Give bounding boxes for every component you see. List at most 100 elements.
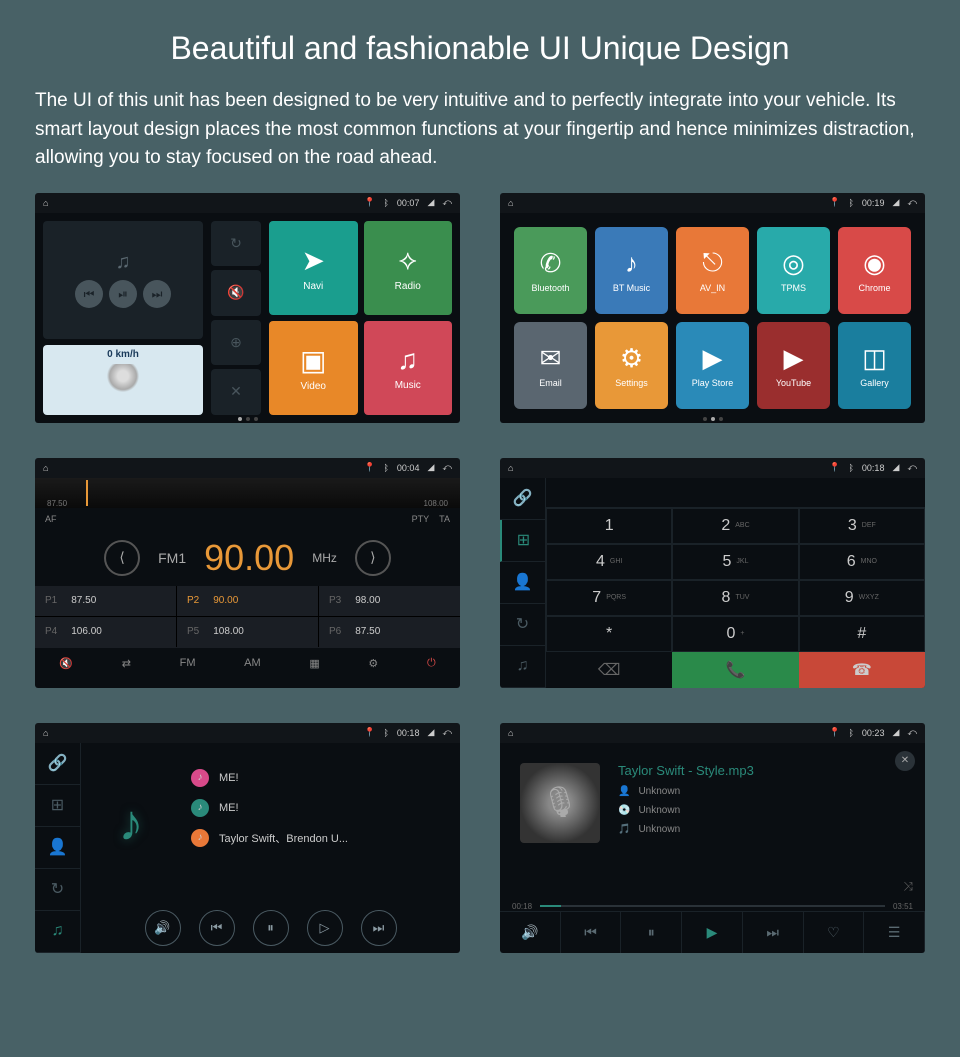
key-9[interactable]: 9WXYZ xyxy=(799,580,925,616)
preset-p6[interactable]: P687.50 xyxy=(319,617,460,647)
track-item[interactable]: ♪ME! xyxy=(191,799,450,817)
close-button[interactable]: ✕ xyxy=(211,369,261,415)
pause-button[interactable]: ⏸ xyxy=(621,912,682,953)
email-app[interactable]: ✉Email xyxy=(514,322,587,409)
key-6[interactable]: 6MNO xyxy=(799,544,925,580)
play-button[interactable]: ▶ xyxy=(682,912,743,953)
am-button[interactable]: AM xyxy=(244,657,261,669)
hangup-button[interactable]: ☎ xyxy=(799,652,925,688)
link-tab[interactable]: 🔗 xyxy=(500,478,545,520)
music-tab[interactable]: ♫ xyxy=(500,646,545,688)
home-icon[interactable]: ⌂ xyxy=(43,728,48,738)
bluetooth-app[interactable]: ✆Bluetooth xyxy=(514,227,587,315)
list-button[interactable]: ▦ xyxy=(309,657,319,670)
chrome-app[interactable]: ◉Chrome xyxy=(838,227,911,315)
settings-app[interactable]: ⚙Settings xyxy=(595,322,668,409)
navi-app[interactable]: ➤Navi xyxy=(269,221,358,315)
key-4[interactable]: 4GHI xyxy=(546,544,672,580)
frequency-dial[interactable]: 87.50 108.00 xyxy=(35,478,460,508)
volume-button[interactable]: 🔊 xyxy=(500,912,561,953)
af-toggle[interactable]: AF xyxy=(45,514,57,524)
back-icon[interactable]: ⤺ xyxy=(907,197,917,208)
preset-p5[interactable]: P5108.00 xyxy=(177,617,318,647)
shuffle-icon[interactable]: ⤨ xyxy=(903,879,913,894)
pause-button[interactable]: ⏸ xyxy=(253,910,289,946)
avin-app[interactable]: ⎋AV_IN xyxy=(676,227,749,315)
volume-button[interactable]: 🔊 xyxy=(145,910,181,946)
track-text: ME! xyxy=(219,802,239,814)
contacts-tab[interactable]: 👤 xyxy=(35,827,80,869)
play-pause-button[interactable]: ⏯ xyxy=(109,280,137,308)
close-button[interactable]: ✕ xyxy=(895,751,915,771)
preset-p3[interactable]: P398.00 xyxy=(319,586,460,616)
btmusic-app[interactable]: ♪BT Music xyxy=(595,227,668,315)
key-5[interactable]: 5JKL xyxy=(672,544,798,580)
seek-down-button[interactable]: ⟨ xyxy=(104,540,140,576)
key-1[interactable]: 1 xyxy=(546,508,672,544)
key-*[interactable]: * xyxy=(546,616,672,652)
mute-button[interactable]: 🔇 xyxy=(59,657,73,670)
fm-button[interactable]: FM xyxy=(180,657,196,669)
prev-button[interactable]: ⏮ xyxy=(561,912,622,953)
key-7[interactable]: 7PQRS xyxy=(546,580,672,616)
speed-widget[interactable]: 0 km/h xyxy=(43,345,203,415)
brightness-button[interactable]: ⊕ xyxy=(211,320,261,366)
music-app[interactable]: ♫Music xyxy=(364,321,453,415)
radio-app[interactable]: ⟡Radio xyxy=(364,221,453,315)
key-3[interactable]: 3DEF xyxy=(799,508,925,544)
call-button[interactable]: 📞 xyxy=(672,652,798,688)
power-button[interactable]: ⏻ xyxy=(427,657,436,670)
playlist-button[interactable]: ☰ xyxy=(864,912,925,953)
play-button[interactable]: ▷ xyxy=(307,910,343,946)
prev-button[interactable]: ⏮ xyxy=(199,910,235,946)
track-item[interactable]: ♪ME! xyxy=(191,769,450,787)
scan-button[interactable]: ⇄ xyxy=(122,657,131,670)
dialpad-tab[interactable]: ⊞ xyxy=(35,785,80,827)
home-icon[interactable]: ⌂ xyxy=(508,728,513,738)
back-icon[interactable]: ⤺ xyxy=(442,727,452,738)
preset-p1[interactable]: P187.50 xyxy=(35,586,176,616)
key-#[interactable]: # xyxy=(799,616,925,652)
eq-button[interactable]: ⚙ xyxy=(368,657,378,670)
link-tab[interactable]: 🔗 xyxy=(35,743,80,785)
back-icon[interactable]: ⤺ xyxy=(907,727,917,738)
progress-bar[interactable] xyxy=(540,905,885,907)
mute-button[interactable]: 🔇 xyxy=(211,270,261,316)
dialpad-tab[interactable]: ⊞ xyxy=(500,520,545,562)
prev-button[interactable]: ⏮ xyxy=(75,280,103,308)
preset-p2[interactable]: P290.00 xyxy=(177,586,318,616)
favorite-button[interactable]: ♡ xyxy=(804,912,865,953)
next-button[interactable]: ⏭ xyxy=(143,280,171,308)
ta-toggle[interactable]: TA xyxy=(439,514,450,524)
tpms-app[interactable]: ◎TPMS xyxy=(757,227,830,315)
key-0[interactable]: 0+ xyxy=(672,616,798,652)
home-icon[interactable]: ⌂ xyxy=(43,198,48,208)
refresh-button[interactable]: ↻ xyxy=(211,221,261,267)
back-icon[interactable]: ⤺ xyxy=(442,197,452,208)
back-icon[interactable]: ⤺ xyxy=(442,462,452,473)
preset-p4[interactable]: P4106.00 xyxy=(35,617,176,647)
next-button[interactable]: ⏭ xyxy=(743,912,804,953)
playstore-app[interactable]: ▶Play Store xyxy=(676,322,749,409)
video-app[interactable]: ▣Video xyxy=(269,321,358,415)
gallery-app[interactable]: ◫Gallery xyxy=(838,322,911,409)
home-icon[interactable]: ⌂ xyxy=(43,463,48,473)
track-item[interactable]: ♪Taylor Swift、Brendon U... xyxy=(191,829,450,847)
music-tab[interactable]: ♫ xyxy=(35,911,80,953)
contacts-tab[interactable]: 👤 xyxy=(500,562,545,604)
delete-button[interactable]: ⌫ xyxy=(546,652,672,688)
key-2[interactable]: 2ABC xyxy=(672,508,798,544)
seek-up-button[interactable]: ⟩ xyxy=(355,540,391,576)
album-icon: 💿 xyxy=(618,805,630,816)
next-button[interactable]: ⏭ xyxy=(361,910,397,946)
recents-tab[interactable]: ↻ xyxy=(500,604,545,646)
recents-tab[interactable]: ↻ xyxy=(35,869,80,911)
key-8[interactable]: 8TUV xyxy=(672,580,798,616)
back-icon[interactable]: ⤺ xyxy=(907,462,917,473)
pty-toggle[interactable]: PTY xyxy=(412,514,430,524)
youtube-app[interactable]: ▶YouTube xyxy=(757,322,830,409)
home-icon[interactable]: ⌂ xyxy=(508,198,513,208)
key-letters: TUV xyxy=(735,594,749,601)
media-widget[interactable]: ♫ ⏮ ⏯ ⏭ xyxy=(43,221,203,339)
home-icon[interactable]: ⌂ xyxy=(508,463,513,473)
